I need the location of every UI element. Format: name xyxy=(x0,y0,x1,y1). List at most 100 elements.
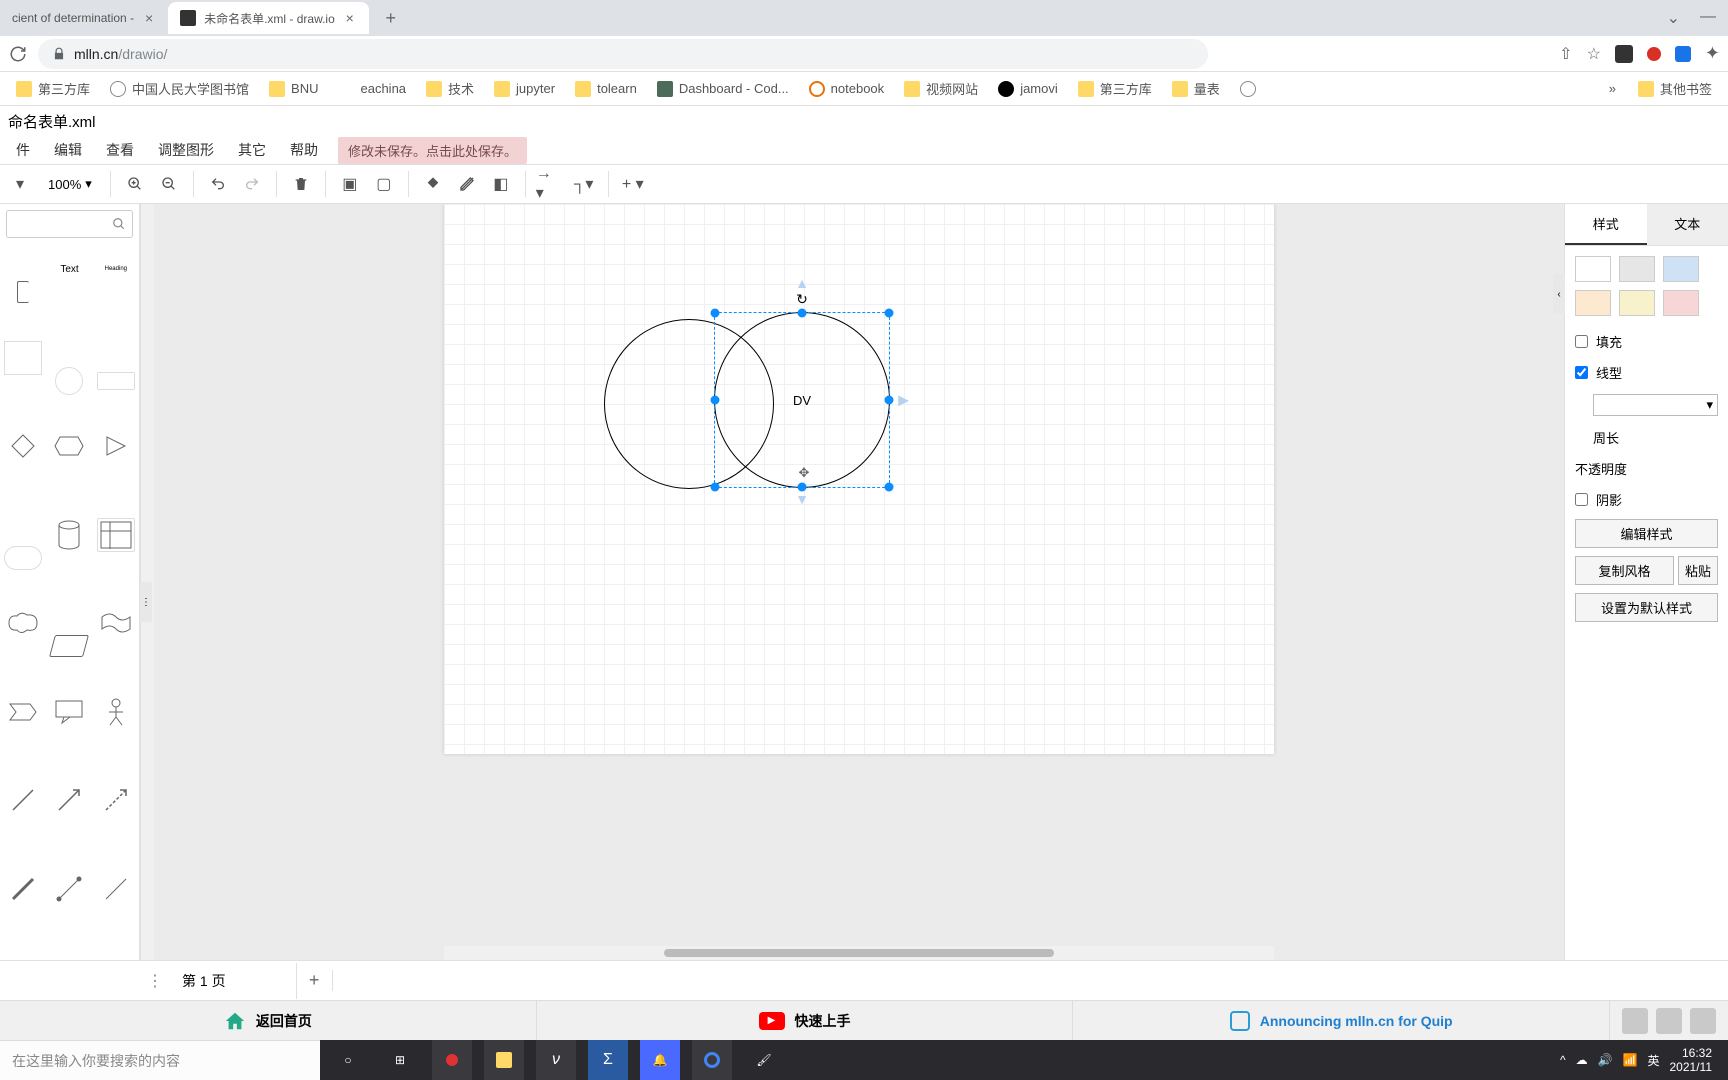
bookmark[interactable]: eachina xyxy=(330,77,414,101)
start-icon[interactable]: ○ xyxy=(328,1040,368,1080)
zoom-in-icon[interactable] xyxy=(121,170,149,198)
collapse-left-icon[interactable]: ⋮ xyxy=(140,582,152,622)
tab-inactive[interactable]: cient of determination - × xyxy=(0,2,168,34)
shape-dash-arrow[interactable] xyxy=(97,783,135,817)
task-view-icon[interactable]: ⊞ xyxy=(380,1040,420,1080)
app-sigma-icon[interactable]: Σ xyxy=(588,1040,628,1080)
resize-handle[interactable] xyxy=(711,396,720,405)
page-tab[interactable]: 第 1 页 xyxy=(170,963,297,999)
connect-hint-down[interactable]: ▼ xyxy=(795,491,809,507)
facebook-social-icon[interactable] xyxy=(1656,1008,1682,1034)
shape-wave[interactable] xyxy=(97,606,135,640)
close-icon[interactable]: × xyxy=(343,11,357,25)
bookmark[interactable]: 第三方库 xyxy=(1070,75,1160,102)
tray-volume-icon[interactable]: 🔊 xyxy=(1598,1053,1613,1067)
record-icon[interactable] xyxy=(1647,47,1661,61)
add-icon[interactable]: + ▾ xyxy=(619,170,647,198)
shape-cylinder[interactable] xyxy=(50,518,88,552)
menu-help[interactable]: 帮助 xyxy=(278,136,330,164)
edit-style-button[interactable]: 编辑样式 xyxy=(1575,519,1718,548)
collapse-right-icon[interactable]: ‹ xyxy=(1553,274,1565,314)
app-chrome-icon[interactable] xyxy=(692,1040,732,1080)
connect-hint-right[interactable]: ▶ xyxy=(898,392,909,409)
canvas-page[interactable]: DV ↻ ▲ ▼ ▶ ✥ xyxy=(444,204,1274,754)
twitter-social-icon[interactable] xyxy=(1690,1008,1716,1034)
menu-edit[interactable]: 编辑 xyxy=(42,136,94,164)
resize-handle[interactable] xyxy=(798,483,807,492)
zoom-level[interactable]: 100%▾ xyxy=(40,174,100,194)
resize-handle[interactable] xyxy=(885,396,894,405)
shadow-icon[interactable]: ◧ xyxy=(487,170,515,198)
meet-icon[interactable] xyxy=(1675,46,1691,62)
tray-wifi-icon[interactable]: 📶 xyxy=(1623,1053,1638,1067)
bookmark[interactable]: 量表 xyxy=(1164,75,1228,102)
swatch[interactable] xyxy=(1619,256,1655,282)
swatch[interactable] xyxy=(1619,290,1655,316)
waypoints-icon[interactable]: ┐▾ xyxy=(570,170,598,198)
bookmark[interactable] xyxy=(1232,77,1264,101)
swatch[interactable] xyxy=(1575,256,1611,282)
app-brush-icon[interactable]: 🖌 xyxy=(744,1040,784,1080)
tray-chevron-icon[interactable]: ^ xyxy=(1560,1053,1566,1067)
shape-hexagon[interactable] xyxy=(50,429,88,463)
app-recorder-icon[interactable] xyxy=(432,1040,472,1080)
connection-icon[interactable]: → ▾ xyxy=(536,170,564,198)
app-nu-icon[interactable]: ν xyxy=(536,1040,576,1080)
footer-home[interactable]: 返回首页 xyxy=(0,1001,537,1040)
url-input[interactable]: mlln.cn/drawio/ xyxy=(38,39,1208,69)
zoom-out-icon[interactable] xyxy=(155,170,183,198)
swatch[interactable] xyxy=(1663,256,1699,282)
redo-icon[interactable] xyxy=(238,170,266,198)
to-back-icon[interactable]: ▢ xyxy=(370,170,398,198)
undo-icon[interactable] xyxy=(204,170,232,198)
shape-line-diag[interactable] xyxy=(4,783,42,817)
shape-thin-line[interactable] xyxy=(97,872,135,906)
bookmark[interactable]: jupyter xyxy=(486,77,563,101)
bookmarks-more[interactable]: » xyxy=(1599,81,1626,96)
default-style-button[interactable]: 设置为默认样式 xyxy=(1575,593,1718,622)
copy-style-button[interactable]: 复制风格 xyxy=(1575,556,1674,585)
shape-step[interactable] xyxy=(4,695,42,729)
shape-double-line[interactable] xyxy=(50,872,88,906)
resize-handle[interactable] xyxy=(885,483,894,492)
chevron-down-icon[interactable]: ⌄ xyxy=(1667,8,1680,28)
rotate-handle-icon[interactable]: ↻ xyxy=(796,291,808,308)
other-bookmarks[interactable]: 其他书签 xyxy=(1630,75,1720,102)
menu-view[interactable]: 查看 xyxy=(94,136,146,164)
shape-arrow[interactable] xyxy=(50,783,88,817)
resize-handle[interactable] xyxy=(885,309,894,318)
line-checkbox[interactable] xyxy=(1575,366,1588,379)
fill-color-icon[interactable] xyxy=(419,170,447,198)
resize-handle[interactable] xyxy=(798,309,807,318)
bookmark[interactable]: BNU xyxy=(261,77,326,101)
connect-hint-up[interactable]: ▲ xyxy=(795,275,809,291)
shadow-checkbox[interactable] xyxy=(1575,493,1588,506)
app-notifications-icon[interactable]: 🔔 xyxy=(640,1040,680,1080)
resize-handle[interactable] xyxy=(711,309,720,318)
bookmark[interactable]: 中国人民大学图书馆 xyxy=(102,75,257,102)
share-icon[interactable]: ⇧ xyxy=(1559,44,1572,64)
swatch[interactable] xyxy=(1575,290,1611,316)
fill-checkbox[interactable] xyxy=(1575,335,1588,348)
shape-rect[interactable] xyxy=(4,341,42,375)
shape-cloud[interactable] xyxy=(4,606,42,640)
shape-actor[interactable] xyxy=(97,695,135,729)
bookmark[interactable]: tolearn xyxy=(567,77,645,101)
shape-diamond[interactable] xyxy=(4,429,42,463)
line-color-icon[interactable] xyxy=(453,170,481,198)
page-menu-icon[interactable]: ⋮ xyxy=(140,971,170,991)
delete-icon[interactable] xyxy=(287,170,315,198)
shape-search-input[interactable] xyxy=(6,210,133,238)
new-tab-button[interactable]: + xyxy=(377,4,405,32)
star-icon[interactable]: ☆ xyxy=(1587,44,1601,64)
add-page-button[interactable]: + xyxy=(297,970,333,991)
swatch[interactable] xyxy=(1663,290,1699,316)
bookmark[interactable]: 视频网站 xyxy=(896,75,986,102)
shape-rounded[interactable] xyxy=(4,546,42,570)
view-mode-button[interactable]: ▾ xyxy=(6,170,34,198)
shape-callout[interactable] xyxy=(50,695,88,729)
shape-parallelogram[interactable] xyxy=(49,635,89,657)
menu-arrange[interactable]: 调整图形 xyxy=(146,136,226,164)
close-icon[interactable]: × xyxy=(142,11,156,25)
paste-style-button[interactable]: 粘贴 xyxy=(1678,556,1718,585)
